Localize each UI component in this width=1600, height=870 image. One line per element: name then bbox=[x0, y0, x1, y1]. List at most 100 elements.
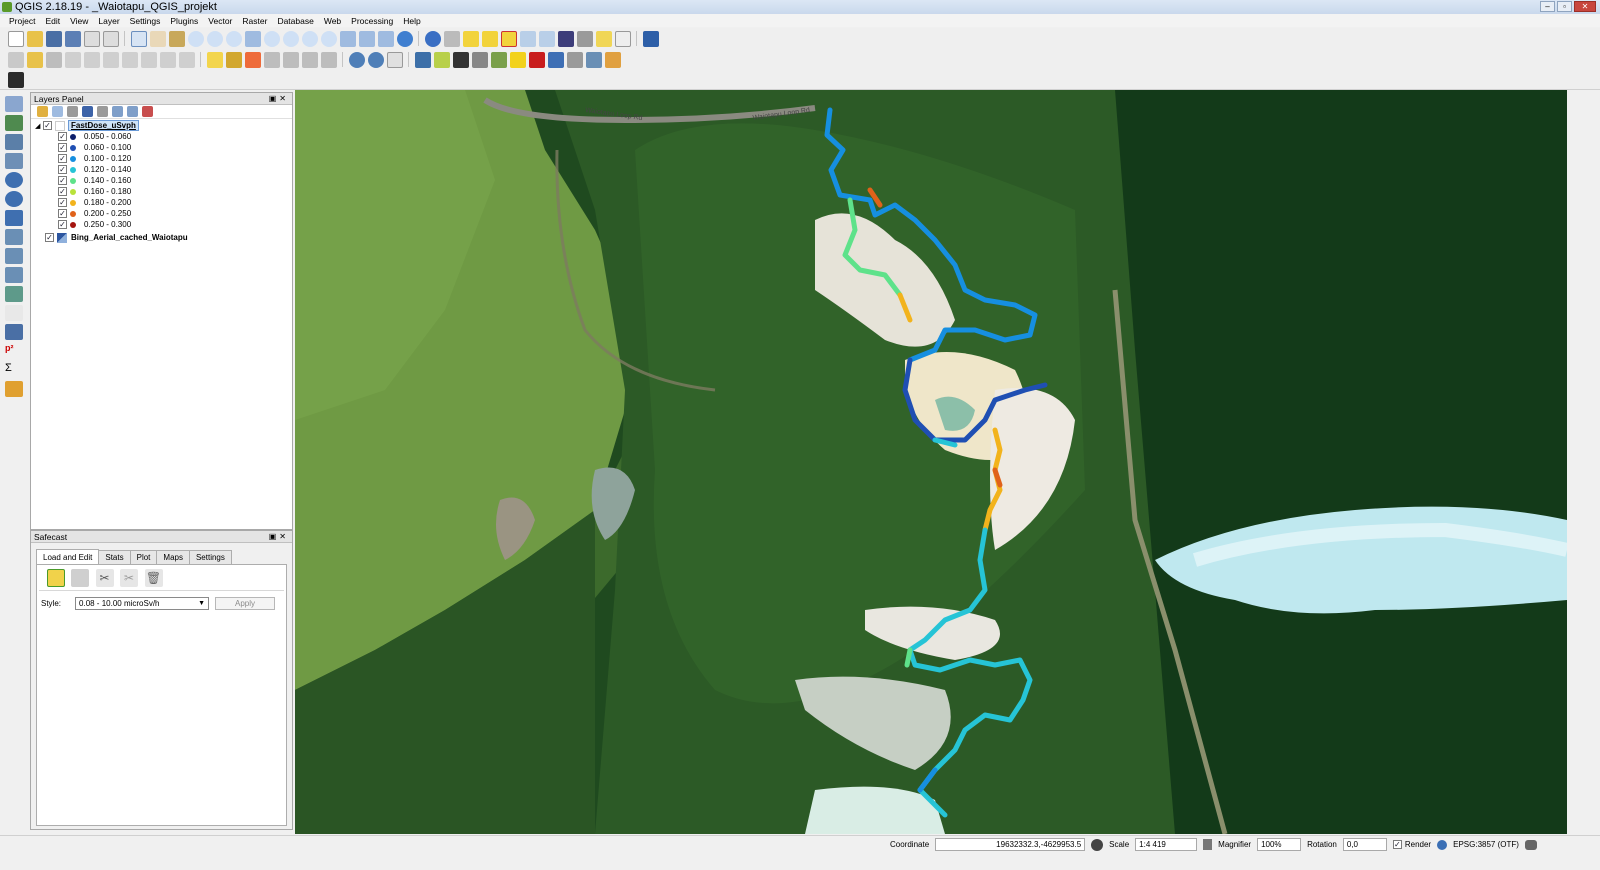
airplane-icon[interactable] bbox=[452, 51, 469, 68]
coordinate-field[interactable]: 19632332.3,-4629953.5 bbox=[935, 838, 1086, 851]
plugin-network-icon[interactable] bbox=[604, 51, 621, 68]
grid-plugin-icon[interactable] bbox=[566, 51, 583, 68]
select-pan-arrow-icon[interactable] bbox=[130, 30, 147, 47]
class-checkbox[interactable]: ✓ bbox=[58, 165, 67, 174]
menu-processing[interactable]: Processing bbox=[346, 16, 398, 26]
csw-icon[interactable] bbox=[386, 51, 403, 68]
expand-all-icon[interactable] bbox=[112, 106, 123, 117]
manage-themes-icon[interactable] bbox=[67, 106, 78, 117]
menu-layer[interactable]: Layer bbox=[93, 16, 124, 26]
magnifier-spinbox[interactable]: 100% bbox=[1257, 838, 1302, 851]
digitize-point-icon[interactable] bbox=[5, 304, 23, 321]
maximize-button[interactable]: ▫ bbox=[1557, 1, 1572, 12]
toggle-editing-icon[interactable] bbox=[26, 51, 43, 68]
identify-features-icon[interactable] bbox=[424, 30, 441, 47]
help-icon[interactable] bbox=[642, 30, 659, 47]
legend-class-row[interactable]: ✓ 0.250 - 0.300 bbox=[31, 219, 292, 230]
legend-class-row[interactable]: ✓ 0.120 - 0.140 bbox=[31, 164, 292, 175]
add-postgis-icon[interactable] bbox=[5, 133, 23, 150]
move-label-icon[interactable] bbox=[263, 51, 280, 68]
minimize-button[interactable]: – bbox=[1540, 1, 1555, 12]
remove-layer-icon[interactable] bbox=[142, 106, 153, 117]
move-feature-icon[interactable] bbox=[83, 51, 100, 68]
add-raster-layer-icon[interactable] bbox=[5, 114, 23, 131]
filter-legend-icon[interactable] bbox=[82, 106, 93, 117]
scale-combo[interactable]: 1:4 419 bbox=[1135, 838, 1198, 851]
add-group-icon[interactable] bbox=[52, 106, 63, 117]
legend-class-row[interactable]: ✓ 0.200 - 0.250 bbox=[31, 208, 292, 219]
rotate-label-icon[interactable] bbox=[282, 51, 299, 68]
menu-project[interactable]: Project bbox=[4, 16, 40, 26]
class-checkbox[interactable]: ✓ bbox=[58, 176, 67, 185]
menu-web[interactable]: Web bbox=[319, 16, 346, 26]
menu-edit[interactable]: Edit bbox=[40, 16, 65, 26]
sigma-icon[interactable]: Σ bbox=[5, 361, 23, 378]
georeferencer-icon[interactable] bbox=[433, 51, 450, 68]
measure-line-icon[interactable] bbox=[576, 30, 593, 47]
tab-stats[interactable]: Stats bbox=[98, 550, 131, 564]
airplane-icon[interactable] bbox=[7, 71, 24, 88]
layer-row-fastdose[interactable]: ◢ ✓ FastDose_uSvph bbox=[31, 120, 292, 131]
zoom-native-icon[interactable] bbox=[225, 30, 242, 47]
legend-class-row[interactable]: ✓ 0.050 - 0.060 bbox=[31, 131, 292, 142]
highlight-pinned-icon[interactable] bbox=[244, 51, 261, 68]
zoom-out-icon[interactable] bbox=[206, 30, 223, 47]
run-feature-action-icon[interactable] bbox=[443, 30, 460, 47]
menu-settings[interactable]: Settings bbox=[125, 16, 166, 26]
trash-icon[interactable]: 🗑 bbox=[144, 568, 163, 587]
metasearch-icon[interactable] bbox=[367, 51, 384, 68]
layer-visibility-checkbox[interactable]: ✓ bbox=[45, 233, 54, 242]
add-wfs-icon[interactable] bbox=[5, 209, 23, 226]
class-checkbox[interactable]: ✓ bbox=[58, 132, 67, 141]
menu-database[interactable]: Database bbox=[272, 16, 318, 26]
add-spatialite-icon[interactable] bbox=[5, 152, 23, 169]
legend-class-row[interactable]: ✓ 0.160 - 0.180 bbox=[31, 186, 292, 197]
add-wms-icon[interactable] bbox=[5, 171, 23, 188]
statistical-summary-icon[interactable] bbox=[557, 30, 574, 47]
text-annotation-icon[interactable] bbox=[614, 30, 631, 47]
zoom-last-icon[interactable] bbox=[301, 30, 318, 47]
zoom-layer-icon[interactable] bbox=[282, 30, 299, 47]
messages-icon[interactable] bbox=[1524, 839, 1537, 850]
new-shapefile-icon[interactable] bbox=[5, 266, 23, 283]
class-checkbox[interactable]: ✓ bbox=[58, 154, 67, 163]
class-checkbox[interactable]: ✓ bbox=[58, 209, 67, 218]
plugin-globe-icon[interactable] bbox=[585, 51, 602, 68]
web-service-icon[interactable] bbox=[348, 51, 365, 68]
save-icon[interactable] bbox=[71, 568, 89, 587]
class-checkbox[interactable]: ✓ bbox=[58, 143, 67, 152]
tab-settings[interactable]: Settings bbox=[188, 550, 232, 564]
menu-view[interactable]: View bbox=[65, 16, 93, 26]
tab-plot[interactable]: Plot bbox=[129, 550, 158, 564]
paste-features-icon[interactable] bbox=[178, 51, 195, 68]
select-by-value-icon[interactable] bbox=[481, 30, 498, 47]
menu-plugins[interactable]: Plugins bbox=[165, 16, 203, 26]
rotation-spinbox[interactable]: 0,0 bbox=[1342, 838, 1387, 851]
python-console-icon[interactable] bbox=[414, 51, 431, 68]
menu-help[interactable]: Help bbox=[398, 16, 425, 26]
close-button[interactable]: ✕ bbox=[1574, 1, 1596, 12]
lock-scale-icon[interactable] bbox=[1203, 839, 1213, 850]
add-feature-icon[interactable] bbox=[64, 51, 81, 68]
open-project-icon[interactable] bbox=[26, 30, 43, 47]
attribute-table-icon[interactable] bbox=[519, 30, 536, 47]
load-log-icon[interactable] bbox=[46, 568, 65, 587]
layer-row-bing[interactable]: ✓ Bing_Aerial_cached_Waiotapu bbox=[31, 232, 292, 243]
zoom-full-icon[interactable] bbox=[244, 30, 261, 47]
p2-icon[interactable]: p² bbox=[5, 342, 23, 359]
panel-float-close-icons[interactable]: ▣✕ bbox=[269, 531, 289, 543]
new-bookmark-icon[interactable] bbox=[358, 30, 375, 47]
render-checkbox[interactable]: ✓ bbox=[1392, 840, 1402, 849]
add-wcs-icon[interactable] bbox=[5, 190, 23, 207]
show-bookmarks-icon[interactable] bbox=[377, 30, 394, 47]
legend-class-row[interactable]: ✓ 0.140 - 0.160 bbox=[31, 175, 292, 186]
radiation-yellow-icon[interactable] bbox=[509, 51, 526, 68]
layer-style-icon[interactable] bbox=[37, 106, 48, 117]
deselect-features-icon[interactable] bbox=[500, 30, 517, 47]
composer-manager-icon[interactable] bbox=[102, 30, 119, 47]
layer-visibility-checkbox[interactable]: ✓ bbox=[43, 121, 52, 130]
plugin-tool-icon[interactable] bbox=[490, 51, 507, 68]
crs-button[interactable]: EPSG:3857 (OTF) bbox=[1453, 840, 1519, 849]
copy-features-icon[interactable] bbox=[159, 51, 176, 68]
save-as-icon[interactable] bbox=[64, 30, 81, 47]
